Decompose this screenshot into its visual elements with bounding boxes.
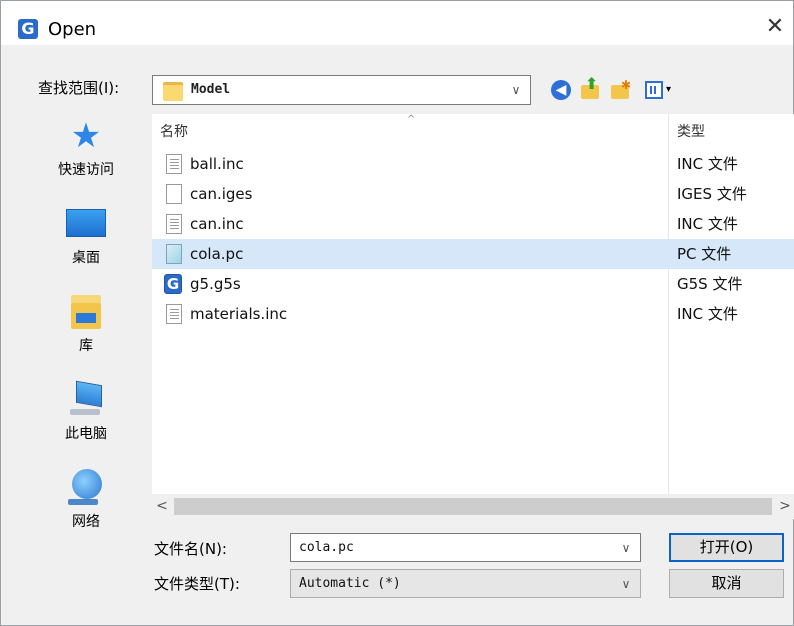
pc-file-icon (166, 244, 182, 264)
file-type-value: Automatic (*) (299, 576, 401, 591)
place-this-pc[interactable]: 此电脑 (46, 380, 126, 443)
file-name-label: 文件名(N): (154, 540, 227, 558)
library-icon (66, 293, 106, 331)
open-dialog: G Open ✕ 查找范围(I): Model ∨ ◀ ⬆ ✱ ▾ ★ 快速访问… (0, 0, 794, 626)
star-icon: ★ (70, 116, 102, 156)
places-bar: ★ 快速访问 桌面 库 此电脑 网络 (1, 113, 151, 543)
file-name-value: cola.pc (299, 540, 354, 555)
folder-icon (163, 79, 183, 101)
horizontal-scrollbar[interactable]: < > (152, 494, 794, 519)
place-label: 库 (79, 338, 93, 354)
text-file-icon (166, 304, 182, 324)
column-header-type[interactable]: 类型 (677, 122, 705, 142)
place-network[interactable]: 网络 (46, 469, 126, 531)
scroll-left-icon[interactable]: < (152, 494, 172, 519)
up-arrow-icon: ⬆ (585, 74, 599, 93)
file-name: can.iges (190, 185, 253, 203)
scroll-right-icon[interactable]: > (775, 494, 794, 519)
text-file-icon (166, 214, 182, 234)
file-name: g5.g5s (190, 275, 241, 293)
column-header-name[interactable]: 名称 (160, 122, 188, 142)
file-type: G5S 文件 (677, 275, 743, 293)
file-row[interactable]: can.iges IGES 文件 (152, 179, 794, 209)
new-folder-button[interactable]: ✱ (609, 78, 633, 102)
look-in-label: 查找范围(I): (38, 79, 120, 97)
title-bar: G Open ✕ (1, 1, 793, 45)
sparkle-icon: ✱ (621, 78, 632, 92)
place-label: 快速访问 (58, 162, 114, 178)
place-quick-access[interactable]: ★ 快速访问 (46, 117, 126, 179)
file-row[interactable]: materials.inc INC 文件 (152, 299, 794, 329)
back-button[interactable]: ◀ (549, 78, 573, 102)
place-label: 桌面 (72, 250, 100, 266)
view-menu-button[interactable]: ▾ (643, 78, 679, 102)
file-name: ball.inc (190, 155, 244, 173)
place-label: 网络 (72, 514, 100, 530)
back-arrow-icon: ◀ (551, 80, 571, 100)
app-g-icon: G (18, 19, 38, 39)
file-type: IGES 文件 (677, 185, 747, 203)
file-row[interactable]: G g5.g5s G5S 文件 (152, 269, 794, 299)
file-type-label: 文件类型(T): (154, 575, 240, 593)
cancel-button[interactable]: 取消 (669, 569, 784, 598)
scrollbar-thumb[interactable] (174, 498, 772, 515)
close-button[interactable]: ✕ (763, 15, 787, 39)
file-type: INC 文件 (677, 155, 738, 173)
file-type: INC 文件 (677, 215, 738, 233)
open-button[interactable]: 打开(O) (669, 533, 784, 562)
up-folder-button[interactable]: ⬆ (579, 74, 603, 102)
place-desktop[interactable]: 桌面 (46, 205, 126, 267)
look-in-value: Model (191, 82, 231, 97)
blank-file-icon (166, 184, 182, 204)
file-row[interactable]: can.inc INC 文件 (152, 209, 794, 239)
file-type: INC 文件 (677, 305, 738, 323)
place-libraries[interactable]: 库 (46, 293, 126, 355)
file-row-selected[interactable]: cola.pc PC 文件 (152, 239, 794, 269)
app-icon-letter: G (21, 19, 35, 38)
g5s-file-icon: G (164, 274, 182, 294)
file-type-select[interactable]: Automatic (*) ∨ (290, 569, 641, 598)
file-type: PC 文件 (677, 245, 732, 263)
chevron-down-icon[interactable]: ∨ (618, 574, 634, 594)
look-in-combo[interactable]: Model ∨ (152, 75, 531, 105)
file-row[interactable]: ball.inc INC 文件 (152, 149, 794, 179)
desktop-icon (66, 205, 106, 243)
sort-ascending-icon: ^ (407, 114, 416, 125)
file-name-input[interactable]: cola.pc ∨ (290, 533, 641, 562)
network-icon (66, 469, 106, 507)
view-grid-icon (645, 81, 663, 99)
place-label: 此电脑 (65, 426, 107, 442)
file-list[interactable]: ^ 名称 类型 ball.inc INC 文件 can.iges IGES 文件… (152, 114, 794, 519)
file-name: cola.pc (190, 245, 244, 263)
file-name: materials.inc (190, 305, 288, 323)
chevron-down-icon[interactable]: ∨ (508, 80, 524, 100)
text-file-icon (166, 154, 182, 174)
file-name: can.inc (190, 215, 244, 233)
dropdown-arrow-icon: ▾ (666, 84, 672, 95)
computer-icon (66, 380, 106, 419)
chevron-down-icon[interactable]: ∨ (618, 538, 634, 558)
window-title: Open (48, 19, 97, 40)
